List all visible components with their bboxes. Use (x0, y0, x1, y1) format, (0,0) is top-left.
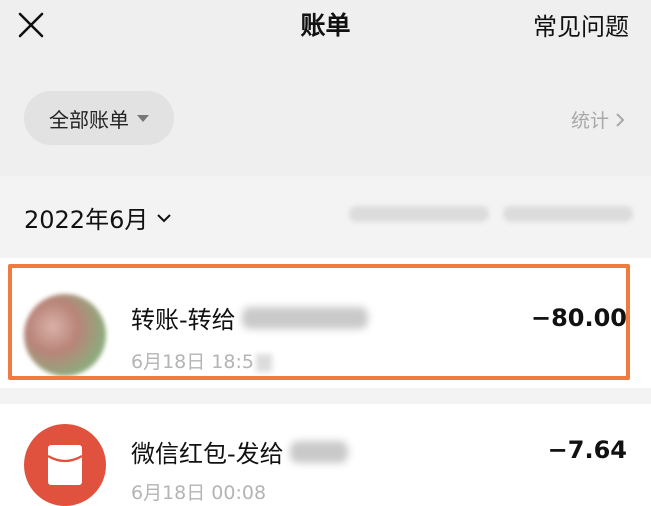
transaction-amount: −7.64 (547, 436, 627, 464)
month-selector[interactable]: 2022年6月 (24, 200, 172, 235)
chevron-down-icon (157, 213, 172, 222)
avatar (24, 294, 106, 376)
transaction-title: 微信红包-发给 (131, 440, 284, 468)
bill-filter-label: 全部账单 (49, 107, 129, 132)
caret-down-icon (137, 114, 149, 122)
transaction-time: 6月18日 18:5 (131, 351, 254, 373)
redacted-time (255, 353, 272, 372)
chevron-right-icon (616, 112, 625, 127)
red-envelope-icon (24, 424, 106, 506)
transaction-time: 6月18日 00:08 (131, 482, 267, 504)
redacted-summary (349, 206, 489, 222)
help-link[interactable]: 常见问题 (533, 7, 629, 42)
stats-label: 统计 (570, 110, 609, 132)
transaction-title-row: 微信红包-发给 (131, 434, 348, 469)
month-label: 2022年6月 (24, 206, 149, 234)
transaction-amount: −80.00 (530, 304, 627, 332)
transaction-title: 转账-转给 (131, 306, 236, 334)
month-summary-redacted (349, 206, 633, 222)
redacted-summary (503, 206, 633, 222)
redacted-name (289, 440, 348, 463)
transaction-time-row: 6月18日 18:5 (131, 347, 272, 374)
row-separator (0, 388, 651, 404)
stats-link[interactable]: 统计 (571, 106, 625, 133)
redacted-name (241, 306, 368, 329)
top-bar: 账单 常见问题 全部账单 统计 (0, 0, 651, 176)
month-section: 2022年6月 (0, 176, 651, 258)
bill-filter-dropdown[interactable]: 全部账单 (24, 91, 174, 145)
transaction-title-row: 转账-转给 (131, 300, 368, 335)
